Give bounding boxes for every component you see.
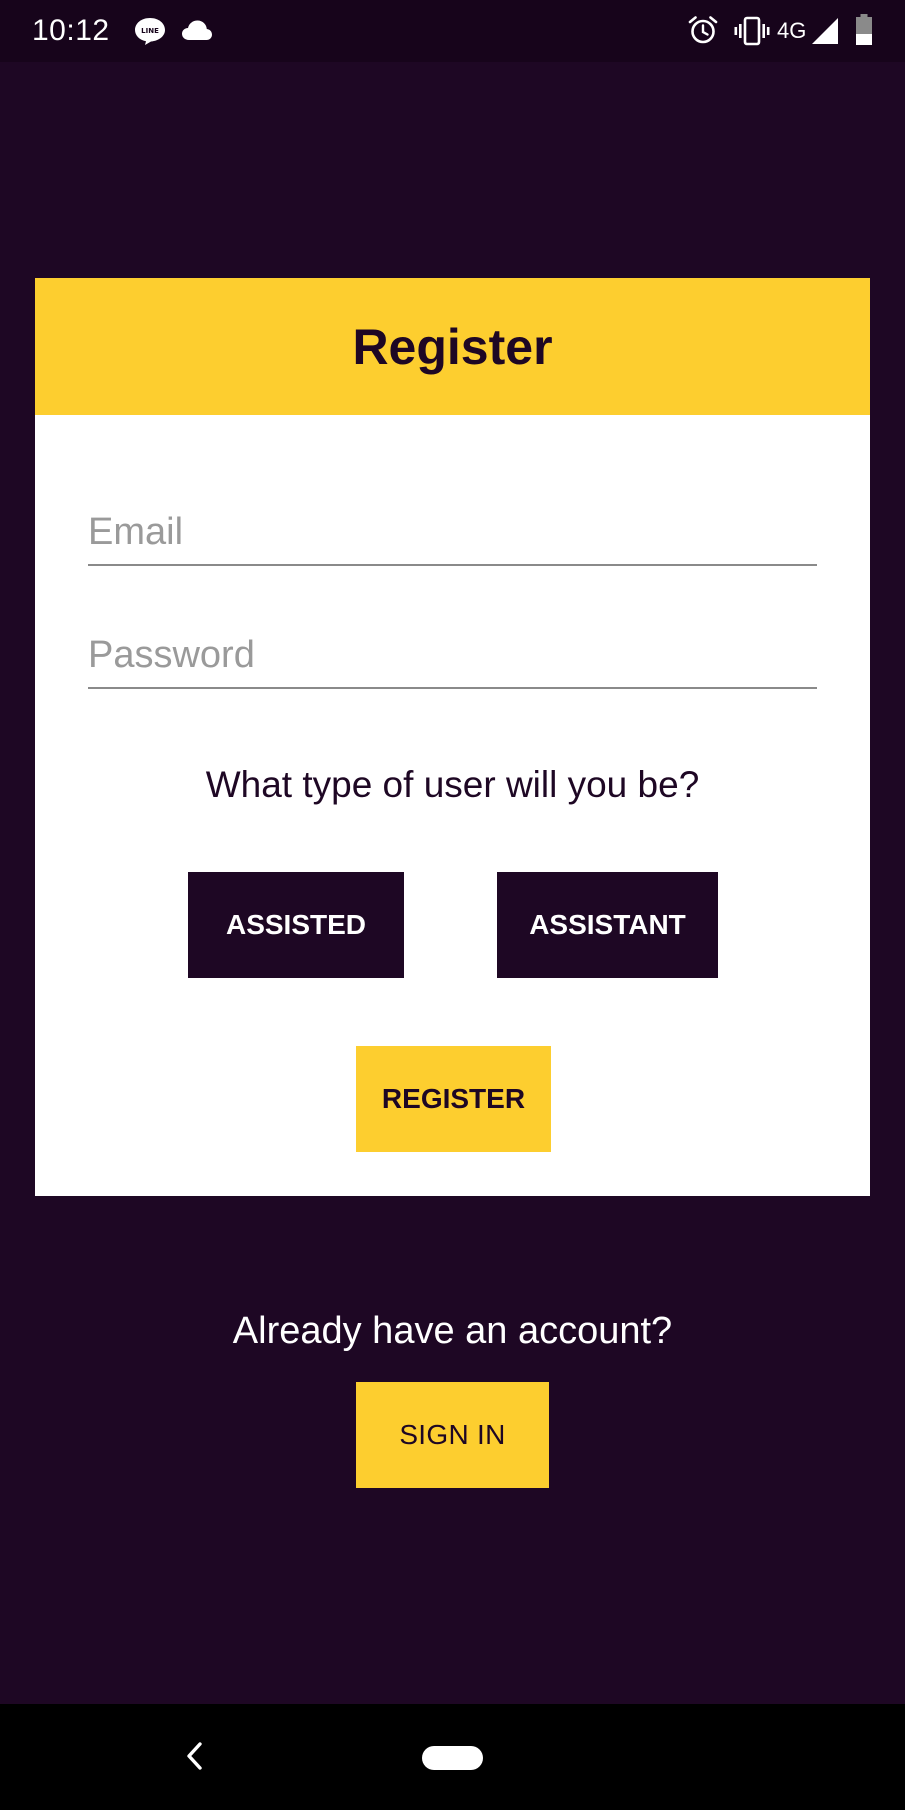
signal-icon: [812, 18, 838, 44]
email-input[interactable]: [88, 500, 817, 564]
battery-icon: [856, 14, 872, 45]
assisted-button[interactable]: ASSISTED: [188, 872, 404, 978]
cloud-icon: [182, 20, 212, 40]
line-icon: LINE: [135, 18, 165, 45]
card-header: Register: [35, 278, 870, 415]
user-type-question: What type of user will you be?: [205, 764, 700, 805]
email-field[interactable]: [88, 500, 817, 566]
navigation-bar: [0, 1704, 905, 1810]
back-icon[interactable]: [183, 1740, 207, 1772]
password-input[interactable]: [88, 623, 817, 687]
page-title: Register: [352, 318, 553, 375]
home-button[interactable]: [422, 1746, 483, 1770]
network-type-label: 4G: [777, 18, 807, 43]
status-time: 10:12: [32, 14, 110, 47]
svg-text:LINE: LINE: [141, 27, 159, 35]
register-button[interactable]: REGISTER: [356, 1046, 551, 1152]
vibrate-icon: [734, 16, 770, 46]
alarm-icon: [688, 16, 718, 44]
status-bar: 10:12 LINE 4G: [0, 0, 905, 62]
sign-in-button[interactable]: SIGN IN: [356, 1382, 549, 1488]
password-field[interactable]: [88, 623, 817, 689]
already-have-account-text: Already have an account?: [232, 1310, 673, 1352]
assistant-button[interactable]: ASSISTANT: [497, 872, 718, 978]
register-card: Register What type of user will you be? …: [35, 278, 870, 1196]
